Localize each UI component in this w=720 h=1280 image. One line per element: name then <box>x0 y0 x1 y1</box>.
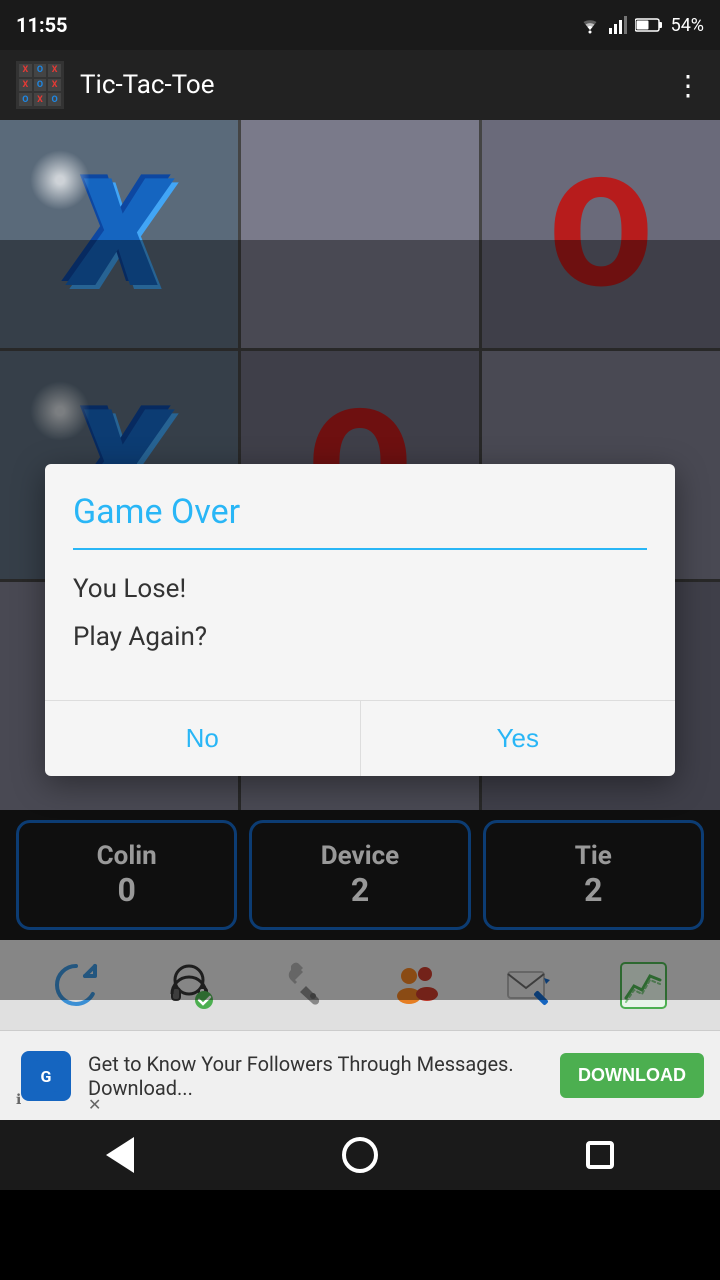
ad-app-icon: G <box>21 1051 71 1101</box>
game-over-dialog: Game Over You Lose! Play Again? No Yes <box>45 464 675 776</box>
yes-button[interactable]: Yes <box>361 701 676 776</box>
signal-icon <box>609 16 627 34</box>
ad-info-icon[interactable]: ℹ <box>16 1092 21 1108</box>
battery-percentage: 54% <box>671 15 704 36</box>
nav-back-button[interactable] <box>90 1125 150 1185</box>
nav-bar <box>0 1120 720 1190</box>
app-title: Tic-Tac-Toe <box>80 70 674 100</box>
no-button[interactable]: No <box>45 701 361 776</box>
recent-icon <box>586 1141 614 1169</box>
status-icons: 54% <box>579 15 704 36</box>
battery-icon <box>635 17 663 33</box>
modal-message: You Lose! <box>73 574 647 604</box>
ad-bar: G ℹ Get to Know Your Followers Through M… <box>0 1030 720 1120</box>
nav-home-button[interactable] <box>330 1125 390 1185</box>
modal-body: You Lose! Play Again? <box>45 550 675 680</box>
ad-dismiss-button[interactable]: ✕ <box>88 1095 101 1114</box>
modal-question: Play Again? <box>73 622 647 652</box>
modal-title: Game Over <box>45 464 675 548</box>
ad-download-button[interactable]: DOWNLOAD <box>560 1053 704 1098</box>
home-icon <box>342 1137 378 1173</box>
svg-text:G: G <box>41 1067 52 1086</box>
status-bar: 11:55 54% <box>0 0 720 50</box>
ad-text: Get to Know Your Followers Through Messa… <box>88 1052 514 1100</box>
modal-buttons: No Yes <box>45 700 675 776</box>
nav-recent-button[interactable] <box>570 1125 630 1185</box>
wifi-icon <box>579 16 601 34</box>
app-icon: X O X X O X O X O <box>16 61 64 109</box>
sparkle-effect <box>30 150 90 210</box>
modal-overlay: Game Over You Lose! Play Again? No Yes <box>0 240 720 1000</box>
back-icon <box>106 1137 134 1173</box>
status-time: 11:55 <box>16 13 68 37</box>
game-area: X O X O O Game Over You Lose! Play Again… <box>0 120 720 810</box>
overflow-menu-icon[interactable]: ⋮ <box>674 69 704 102</box>
app-bar: X O X X O X O X O Tic-Tac-Toe ⋮ <box>0 50 720 120</box>
